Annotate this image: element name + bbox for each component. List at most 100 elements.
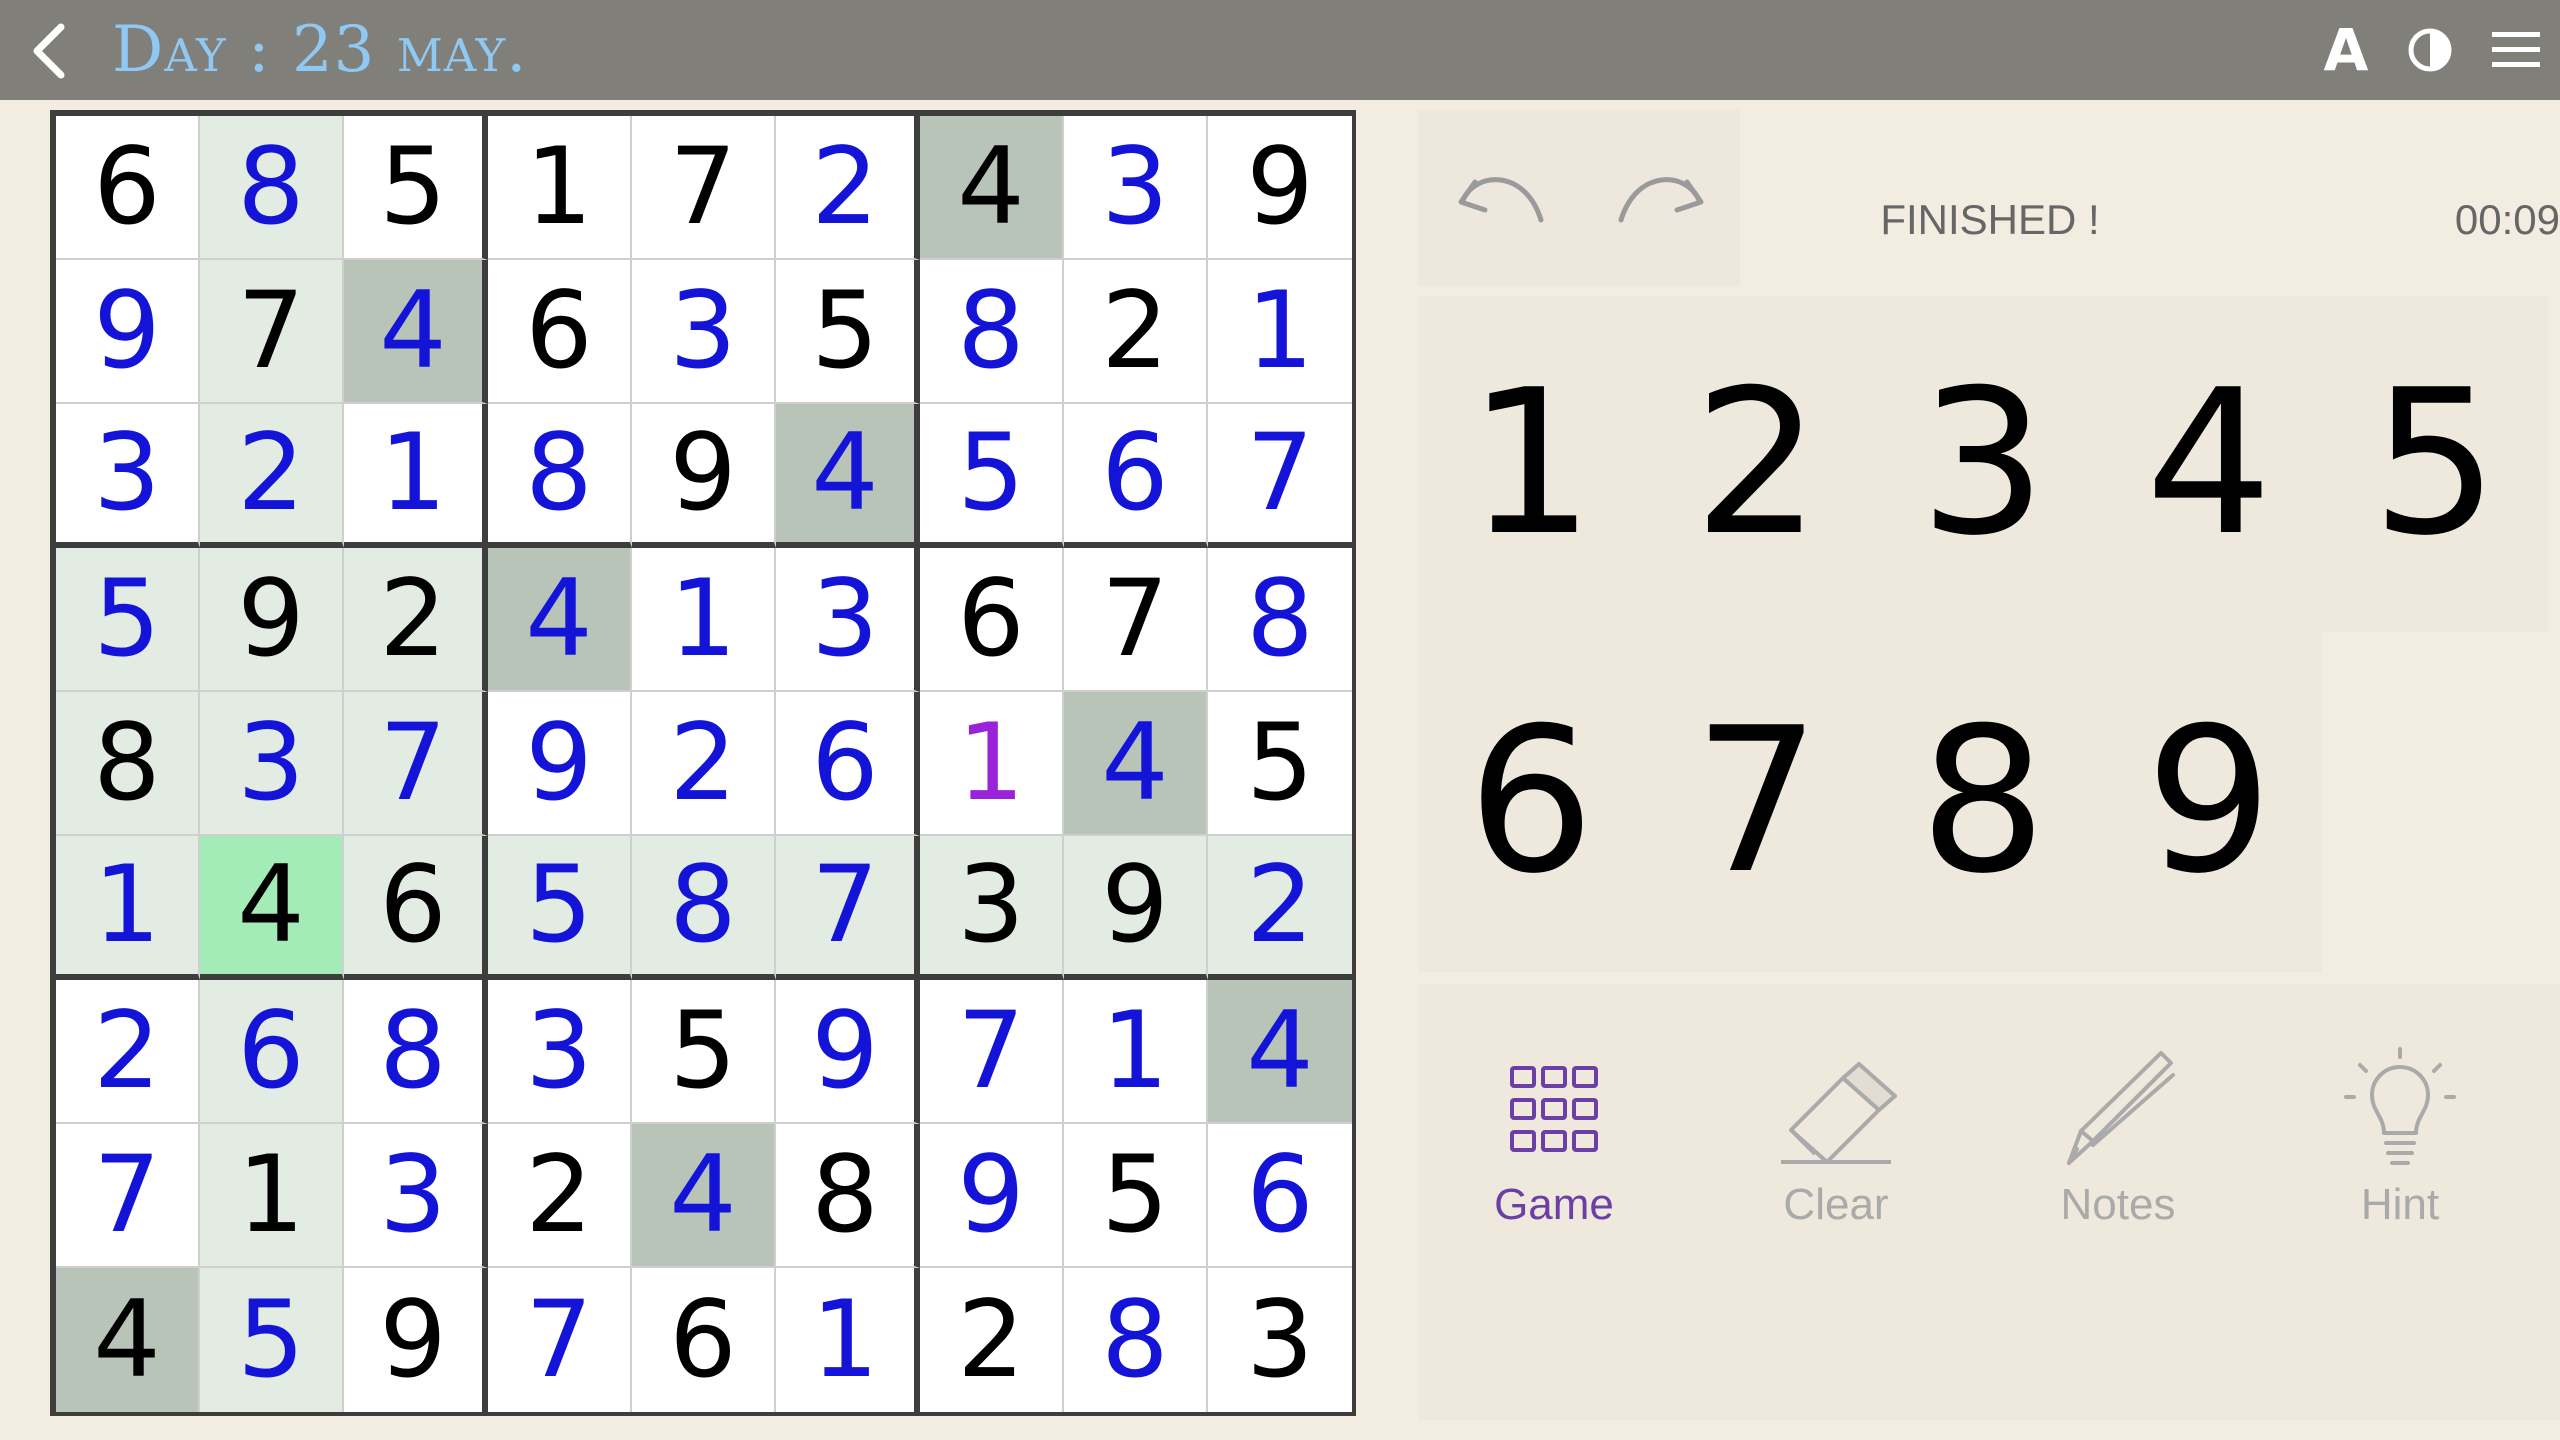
numpad-key-2[interactable]: 2 xyxy=(1644,296,1870,632)
board-cell[interactable]: 8 xyxy=(1208,548,1352,692)
board-cell[interactable]: 2 xyxy=(344,548,488,692)
numpad-key-3[interactable]: 3 xyxy=(1870,296,2096,632)
board-cell[interactable]: 7 xyxy=(200,260,344,404)
board-cell[interactable]: 3 xyxy=(632,260,776,404)
board-cell[interactable]: 4 xyxy=(920,116,1064,260)
board-cell[interactable]: 8 xyxy=(776,1124,920,1268)
board-cell[interactable]: 1 xyxy=(56,836,200,980)
board-cell[interactable]: 5 xyxy=(776,260,920,404)
board-cell[interactable]: 4 xyxy=(56,1268,200,1412)
board-cell[interactable]: 2 xyxy=(488,1124,632,1268)
board-cell[interactable]: 4 xyxy=(488,548,632,692)
board-cell[interactable]: 9 xyxy=(1208,116,1352,260)
back-button[interactable] xyxy=(14,16,84,86)
board-cell[interactable]: 7 xyxy=(344,692,488,836)
numpad-key-8[interactable]: 8 xyxy=(1870,634,2096,970)
board-cell[interactable]: 5 xyxy=(1208,692,1352,836)
board-cell[interactable]: 3 xyxy=(1208,1268,1352,1412)
board-cell[interactable]: 9 xyxy=(488,692,632,836)
board-cell[interactable]: 6 xyxy=(1208,1124,1352,1268)
board-cell[interactable]: 6 xyxy=(920,548,1064,692)
numpad-key-1[interactable]: 1 xyxy=(1418,296,1644,632)
board-cell[interactable]: 9 xyxy=(1064,836,1208,980)
board-cell[interactable]: 5 xyxy=(56,548,200,692)
board-cell[interactable]: 3 xyxy=(1064,116,1208,260)
board-cell[interactable]: 8 xyxy=(920,260,1064,404)
board-cell[interactable]: 3 xyxy=(200,692,344,836)
board-cell[interactable]: 5 xyxy=(1064,1124,1208,1268)
board-cell[interactable]: 2 xyxy=(776,116,920,260)
board-cell[interactable]: 9 xyxy=(776,980,920,1124)
board-cell[interactable]: 4 xyxy=(1064,692,1208,836)
board-cell[interactable]: 6 xyxy=(1064,404,1208,548)
board-cell[interactable]: 7 xyxy=(632,116,776,260)
board-cell[interactable]: 4 xyxy=(1208,980,1352,1124)
board-cell[interactable]: 9 xyxy=(920,1124,1064,1268)
board-cell[interactable]: 9 xyxy=(200,548,344,692)
board-cell[interactable]: 5 xyxy=(920,404,1064,548)
board-cell[interactable]: 7 xyxy=(1064,548,1208,692)
board-cell[interactable]: 7 xyxy=(1208,404,1352,548)
numpad-key-7[interactable]: 7 xyxy=(1644,634,1870,970)
undo-button[interactable] xyxy=(1440,150,1560,250)
board-cell[interactable]: 7 xyxy=(488,1268,632,1412)
numpad-key-9[interactable]: 9 xyxy=(2096,634,2322,970)
numpad-key-5[interactable]: 5 xyxy=(2322,296,2548,632)
notes-button[interactable]: Notes xyxy=(1998,1040,2238,1260)
clear-button[interactable]: Clear xyxy=(1716,1040,1956,1260)
board-cell[interactable]: 9 xyxy=(632,404,776,548)
board-cell[interactable]: 2 xyxy=(1064,260,1208,404)
board-cell[interactable]: 6 xyxy=(776,692,920,836)
board-cell[interactable]: 8 xyxy=(344,980,488,1124)
board-cell[interactable]: 1 xyxy=(1208,260,1352,404)
board-cell[interactable]: 1 xyxy=(920,692,1064,836)
board-cell[interactable]: 5 xyxy=(488,836,632,980)
board-cell[interactable]: 2 xyxy=(1208,836,1352,980)
redo-button[interactable] xyxy=(1602,150,1722,250)
board-cell[interactable]: 5 xyxy=(632,980,776,1124)
board-cell[interactable]: 6 xyxy=(200,980,344,1124)
board-cell[interactable]: 7 xyxy=(920,980,1064,1124)
board-cell[interactable]: 9 xyxy=(56,260,200,404)
numpad-key-6[interactable]: 6 xyxy=(1418,634,1644,970)
board-cell[interactable]: 3 xyxy=(488,980,632,1124)
board-cell[interactable]: 4 xyxy=(776,404,920,548)
board-cell[interactable]: 1 xyxy=(344,404,488,548)
board-cell[interactable]: 6 xyxy=(632,1268,776,1412)
board-cell[interactable]: 1 xyxy=(488,116,632,260)
board-cell[interactable]: 1 xyxy=(1064,980,1208,1124)
board-cell[interactable]: 8 xyxy=(1064,1268,1208,1412)
board-cell[interactable]: 8 xyxy=(200,116,344,260)
board-cell[interactable]: 7 xyxy=(776,836,920,980)
board-cell[interactable]: 3 xyxy=(920,836,1064,980)
numpad-key-4[interactable]: 4 xyxy=(2096,296,2322,632)
board-cell[interactable]: 9 xyxy=(344,1268,488,1412)
board-cell[interactable]: 6 xyxy=(488,260,632,404)
board-cell[interactable]: 7 xyxy=(56,1124,200,1268)
board-cell[interactable]: 3 xyxy=(56,404,200,548)
board-cell[interactable]: 4 xyxy=(632,1124,776,1268)
board-cell[interactable]: 4 xyxy=(344,260,488,404)
board-cell[interactable]: 6 xyxy=(344,836,488,980)
board-cell[interactable]: 8 xyxy=(488,404,632,548)
board-cell[interactable]: 8 xyxy=(56,692,200,836)
board-cell[interactable]: 3 xyxy=(776,548,920,692)
board-cell[interactable]: 5 xyxy=(200,1268,344,1412)
board-cell[interactable]: 6 xyxy=(56,116,200,260)
board-cell[interactable]: 2 xyxy=(920,1268,1064,1412)
board-cell[interactable]: 8 xyxy=(632,836,776,980)
board-cell[interactable]: 1 xyxy=(776,1268,920,1412)
board-cell[interactable]: 1 xyxy=(200,1124,344,1268)
board-cell[interactable]: 2 xyxy=(56,980,200,1124)
font-size-button[interactable]: A xyxy=(2310,14,2382,86)
hint-button[interactable]: Hint xyxy=(2280,1040,2520,1260)
board-cell[interactable]: 2 xyxy=(200,404,344,548)
board-cell[interactable]: 1 xyxy=(632,548,776,692)
contrast-button[interactable] xyxy=(2394,14,2466,86)
game-button[interactable]: Game xyxy=(1434,1040,1674,1260)
board-cell[interactable]: 4 xyxy=(200,836,344,980)
board-cell[interactable]: 5 xyxy=(344,116,488,260)
menu-button[interactable] xyxy=(2480,14,2552,86)
board-cell[interactable]: 2 xyxy=(632,692,776,836)
board-cell[interactable]: 3 xyxy=(344,1124,488,1268)
